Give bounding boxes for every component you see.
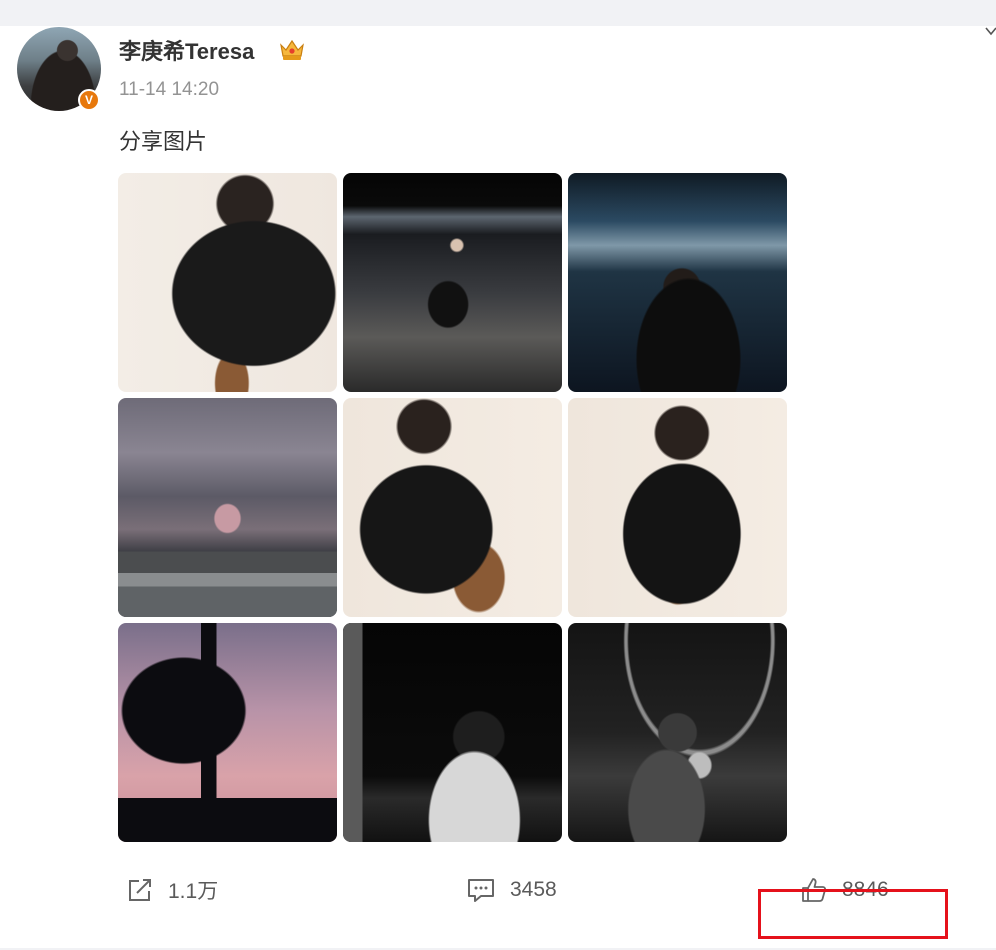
photo-6[interactable] xyxy=(568,398,787,617)
photo-4[interactable] xyxy=(118,398,337,617)
comment-action[interactable]: 3458 xyxy=(466,874,557,906)
like-count: 8846 xyxy=(842,878,889,901)
comment-icon xyxy=(468,879,494,902)
photo-8[interactable] xyxy=(343,623,562,842)
photo-7[interactable] xyxy=(118,623,337,842)
share-icon xyxy=(129,879,151,901)
photo-5[interactable] xyxy=(343,398,562,617)
photo-3[interactable] xyxy=(568,173,787,392)
share-action[interactable]: 1.1万 xyxy=(126,874,218,906)
comment-count: 3458 xyxy=(510,878,557,901)
like-action[interactable]: 8846 xyxy=(800,874,889,906)
photo-1[interactable] xyxy=(118,173,337,392)
verified-badge: V xyxy=(78,89,100,111)
post-timestamp[interactable]: 11-14 14:20 xyxy=(119,79,219,101)
thumbs-up-icon xyxy=(802,878,827,902)
post-text: 分享图片 xyxy=(119,129,208,154)
image-grid xyxy=(118,173,788,843)
photo-9[interactable] xyxy=(568,623,787,842)
chevron-down-icon[interactable] xyxy=(984,24,996,38)
photo-2[interactable] xyxy=(343,173,562,392)
top-gap xyxy=(0,0,996,10)
share-count: 1.1万 xyxy=(168,880,219,903)
crown-icon xyxy=(280,39,304,60)
username[interactable]: 李庚希Teresa xyxy=(119,34,254,66)
